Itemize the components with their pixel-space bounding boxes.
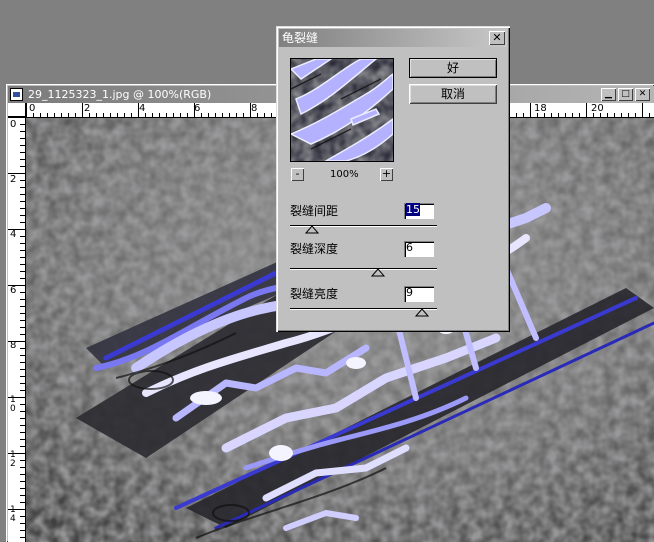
ruler-left-label: 10 <box>10 395 16 414</box>
crack-spacing-label: 裂缝间距 <box>290 204 339 218</box>
ruler-left-label: 4 <box>10 229 17 240</box>
ruler-left: 0 2 4 6 8 10 12 14 <box>8 117 26 542</box>
ruler-corner <box>8 103 26 117</box>
ruler-top-label: 20 <box>591 103 604 114</box>
cancel-button[interactable]: 取消 <box>409 84 497 104</box>
dialog-titlebar[interactable]: 龟裂缝 ✕ <box>279 29 507 47</box>
crack-brightness-input[interactable]: 9 <box>404 286 434 302</box>
crack-spacing-slider-thumb[interactable] <box>305 226 320 234</box>
crack-spacing-input[interactable]: 15 <box>404 203 434 219</box>
crack-brightness-value: 9 <box>406 286 413 299</box>
crack-brightness-label: 裂缝亮度 <box>290 287 339 301</box>
crack-depth-label: 裂缝深度 <box>290 242 339 256</box>
document-icon <box>10 88 23 101</box>
ruler-left-label: 0 <box>10 119 17 130</box>
crack-depth-slider-track[interactable] <box>290 268 437 270</box>
close-icon[interactable]: ✕ <box>635 88 650 101</box>
ruler-top-label: 18 <box>534 103 547 114</box>
ruler-left-label: 14 <box>10 505 16 524</box>
ruler-top-label: 0 <box>29 103 36 114</box>
ruler-top-label: 2 <box>84 103 91 114</box>
zoom-in-button[interactable]: + <box>380 168 393 181</box>
ruler-top-label: 6 <box>194 103 201 114</box>
craquelure-dialog: 龟裂缝 ✕ - 100% + 好 取消 裂缝间距 15 裂缝深度 6 裂缝亮度 … <box>276 26 510 332</box>
ruler-left-label: 2 <box>10 174 17 185</box>
ruler-top-label: 4 <box>139 103 146 114</box>
ruler-left-label: 8 <box>10 340 17 351</box>
document-title: 29_1125323_1.jpg @ 100%(RGB) <box>28 88 212 101</box>
crack-spacing-value: 15 <box>406 203 420 216</box>
filter-preview[interactable] <box>290 58 394 162</box>
crack-brightness-slider-thumb[interactable] <box>415 309 430 317</box>
zoom-out-button[interactable]: - <box>291 168 304 181</box>
zoom-level: 100% <box>330 169 359 180</box>
ruler-top-label: 8 <box>251 103 258 114</box>
crack-depth-input[interactable]: 6 <box>404 241 434 257</box>
ruler-left-label: 12 <box>10 450 16 469</box>
minimize-icon[interactable]: ▁ <box>601 88 616 101</box>
ruler-left-label: 6 <box>10 285 17 296</box>
crack-depth-value: 6 <box>406 241 413 254</box>
crack-depth-slider-thumb[interactable] <box>371 269 386 277</box>
maximize-icon[interactable]: □ <box>618 88 633 101</box>
ok-button[interactable]: 好 <box>409 58 497 78</box>
dialog-title: 龟裂缝 <box>282 31 319 45</box>
preview-image <box>291 59 393 161</box>
close-icon[interactable]: ✕ <box>489 31 505 45</box>
